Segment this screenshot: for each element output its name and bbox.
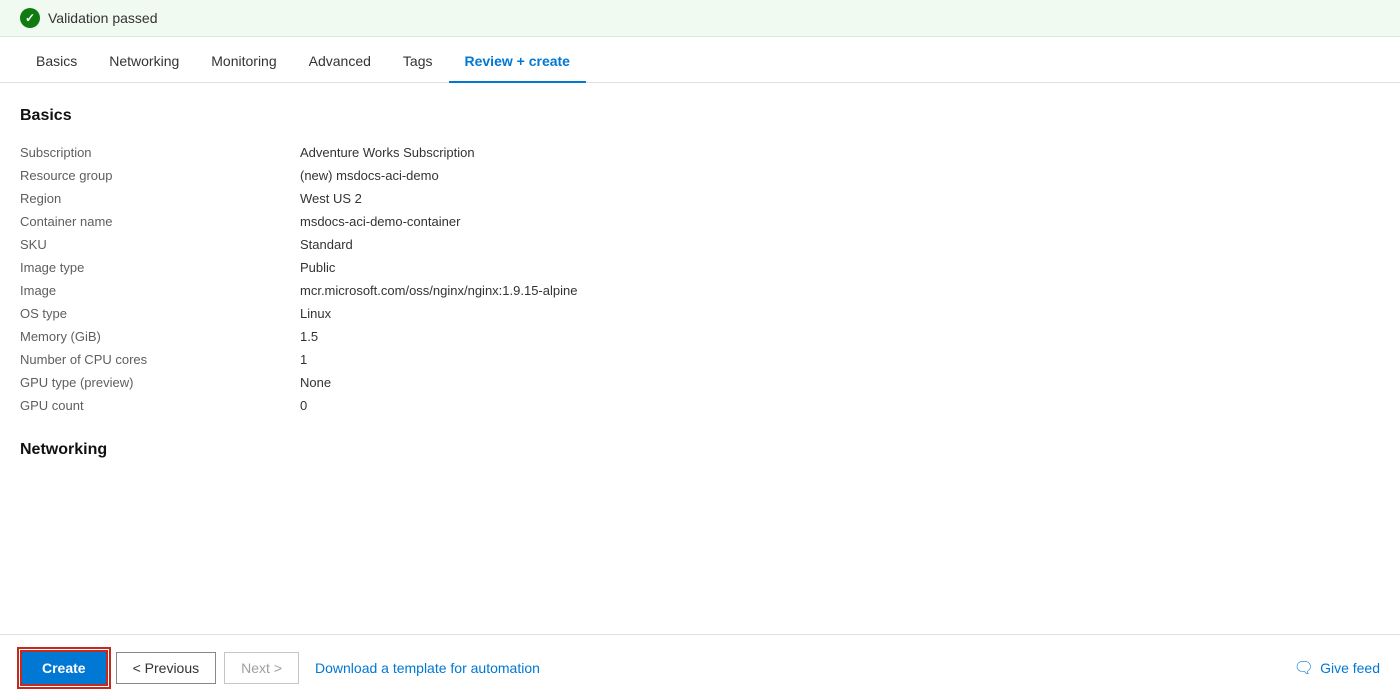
row-label: GPU count	[20, 394, 300, 417]
table-row: Imagemcr.microsoft.com/oss/nginx/nginx:1…	[20, 279, 1380, 302]
row-value: Public	[300, 256, 1380, 279]
row-value: West US 2	[300, 187, 1380, 210]
row-value: msdocs-aci-demo-container	[300, 210, 1380, 233]
row-value: None	[300, 371, 1380, 394]
row-label: Container name	[20, 210, 300, 233]
row-label: Image type	[20, 256, 300, 279]
row-value: mcr.microsoft.com/oss/nginx/nginx:1.9.15…	[300, 279, 1380, 302]
table-row: Number of CPU cores1	[20, 348, 1380, 371]
row-value: 1	[300, 348, 1380, 371]
row-label: Resource group	[20, 164, 300, 187]
feedback-label: Give feed	[1320, 660, 1380, 676]
validation-text: Validation passed	[48, 10, 157, 26]
validation-banner: Validation passed	[0, 0, 1400, 37]
tab-advanced[interactable]: Advanced	[293, 41, 387, 83]
row-label: SKU	[20, 233, 300, 256]
previous-button[interactable]: < Previous	[116, 652, 217, 684]
basics-section-heading: Basics	[20, 107, 1380, 125]
row-label: Memory (GiB)	[20, 325, 300, 348]
tab-review-create[interactable]: Review + create	[449, 41, 586, 83]
tab-navigation: Basics Networking Monitoring Advanced Ta…	[0, 41, 1400, 83]
row-value: 1.5	[300, 325, 1380, 348]
automation-template-link[interactable]: Download a template for automation	[315, 660, 540, 676]
tab-monitoring[interactable]: Monitoring	[195, 41, 292, 83]
tab-networking[interactable]: Networking	[93, 41, 195, 83]
tab-tags[interactable]: Tags	[387, 41, 449, 83]
row-value: 0	[300, 394, 1380, 417]
table-row: SKUStandard	[20, 233, 1380, 256]
give-feedback-button[interactable]: 🗨 Give feed	[1294, 658, 1380, 678]
table-row: GPU count0	[20, 394, 1380, 417]
tab-basics[interactable]: Basics	[20, 41, 93, 83]
row-label: OS type	[20, 302, 300, 325]
table-row: OS typeLinux	[20, 302, 1380, 325]
main-content: Basics SubscriptionAdventure Works Subsc…	[0, 83, 1400, 631]
table-row: SubscriptionAdventure Works Subscription	[20, 141, 1380, 164]
row-label: Subscription	[20, 141, 300, 164]
basics-info-table: SubscriptionAdventure Works Subscription…	[20, 141, 1380, 417]
row-label: Region	[20, 187, 300, 210]
row-label: GPU type (preview)	[20, 371, 300, 394]
create-button[interactable]: Create	[20, 650, 108, 686]
next-button[interactable]: Next >	[224, 652, 299, 684]
row-value: Adventure Works Subscription	[300, 141, 1380, 164]
validation-passed-icon	[20, 8, 40, 28]
row-label: Image	[20, 279, 300, 302]
feedback-icon: 🗨	[1294, 658, 1314, 678]
table-row: RegionWest US 2	[20, 187, 1380, 210]
row-label: Number of CPU cores	[20, 348, 300, 371]
row-value: (new) msdocs-aci-demo	[300, 164, 1380, 187]
row-value: Standard	[300, 233, 1380, 256]
table-row: Resource group(new) msdocs-aci-demo	[20, 164, 1380, 187]
table-row: Memory (GiB)1.5	[20, 325, 1380, 348]
networking-section-heading: Networking	[20, 441, 1380, 459]
table-row: Container namemsdocs-aci-demo-container	[20, 210, 1380, 233]
row-value: Linux	[300, 302, 1380, 325]
table-row: Image typePublic	[20, 256, 1380, 279]
table-row: GPU type (preview)None	[20, 371, 1380, 394]
bottom-toolbar: Create < Previous Next > Download a temp…	[0, 634, 1400, 700]
